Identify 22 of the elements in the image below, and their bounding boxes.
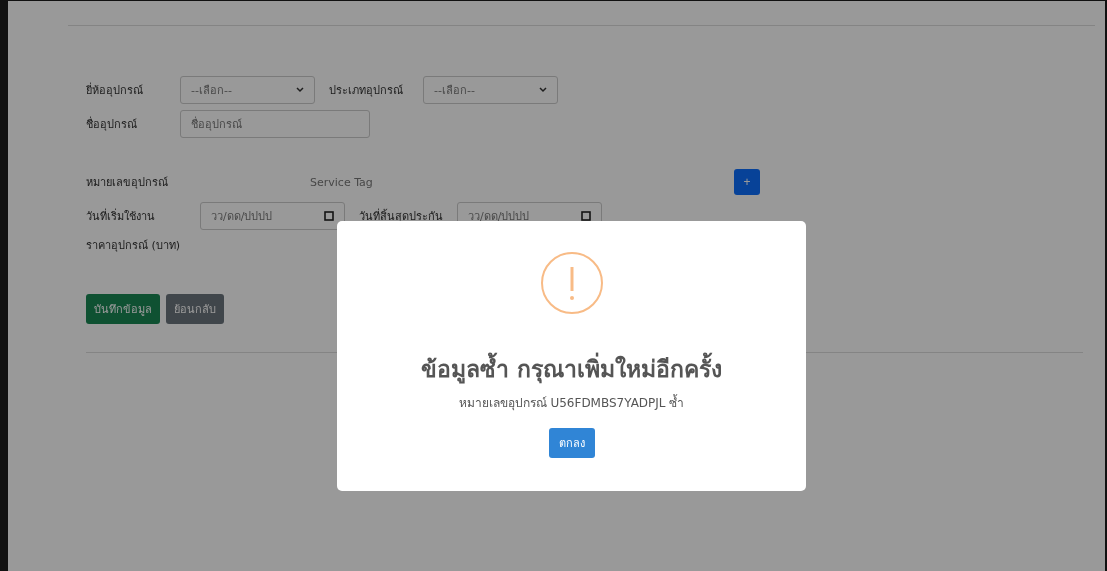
field-label: ยี่ห้ออุปกรณ์ (86, 81, 144, 99)
chevron-down-icon (296, 87, 304, 93)
back-button[interactable]: ย้อนกลับ (166, 294, 224, 324)
field-label: ราคาอุปกรณ์ (บาท) (86, 238, 181, 254)
field-label: วันที่สิ้นสุดประกัน (359, 207, 443, 225)
add-button[interactable]: + (734, 169, 760, 195)
dialog-message: หมายเลขอุปกรณ์ U56FDMBS7YADPJL ซ้ำ (458, 393, 685, 412)
save-button[interactable]: บันทึกข้อมูล (86, 294, 160, 324)
field-label: วันที่เริ่มใช้งาน (86, 207, 156, 225)
field-label: ชื่ออุปกรณ์ (86, 115, 138, 133)
ok-button[interactable]: ตกลง (548, 428, 595, 458)
select-field[interactable]: --เลือก-- (180, 76, 315, 104)
field-label: หมายเลขอุปกรณ์ (86, 175, 169, 191)
dialog-title: ข้อมูลซ้ำ กรุณาเพิ่มใหม่อีกครั้ง (421, 351, 722, 387)
date-field[interactable]: วว/ดด/ปปปป (200, 202, 345, 230)
warning-icon (539, 251, 604, 315)
chevron-down-icon (539, 87, 547, 93)
field-label: ประเภทอุปกรณ์ (329, 83, 404, 99)
calendar-icon (324, 211, 334, 221)
select-field[interactable]: --เลือก-- (423, 76, 558, 104)
text-field[interactable]: ชื่ออุปกรณ์ (180, 110, 370, 138)
calendar-icon (581, 211, 591, 221)
